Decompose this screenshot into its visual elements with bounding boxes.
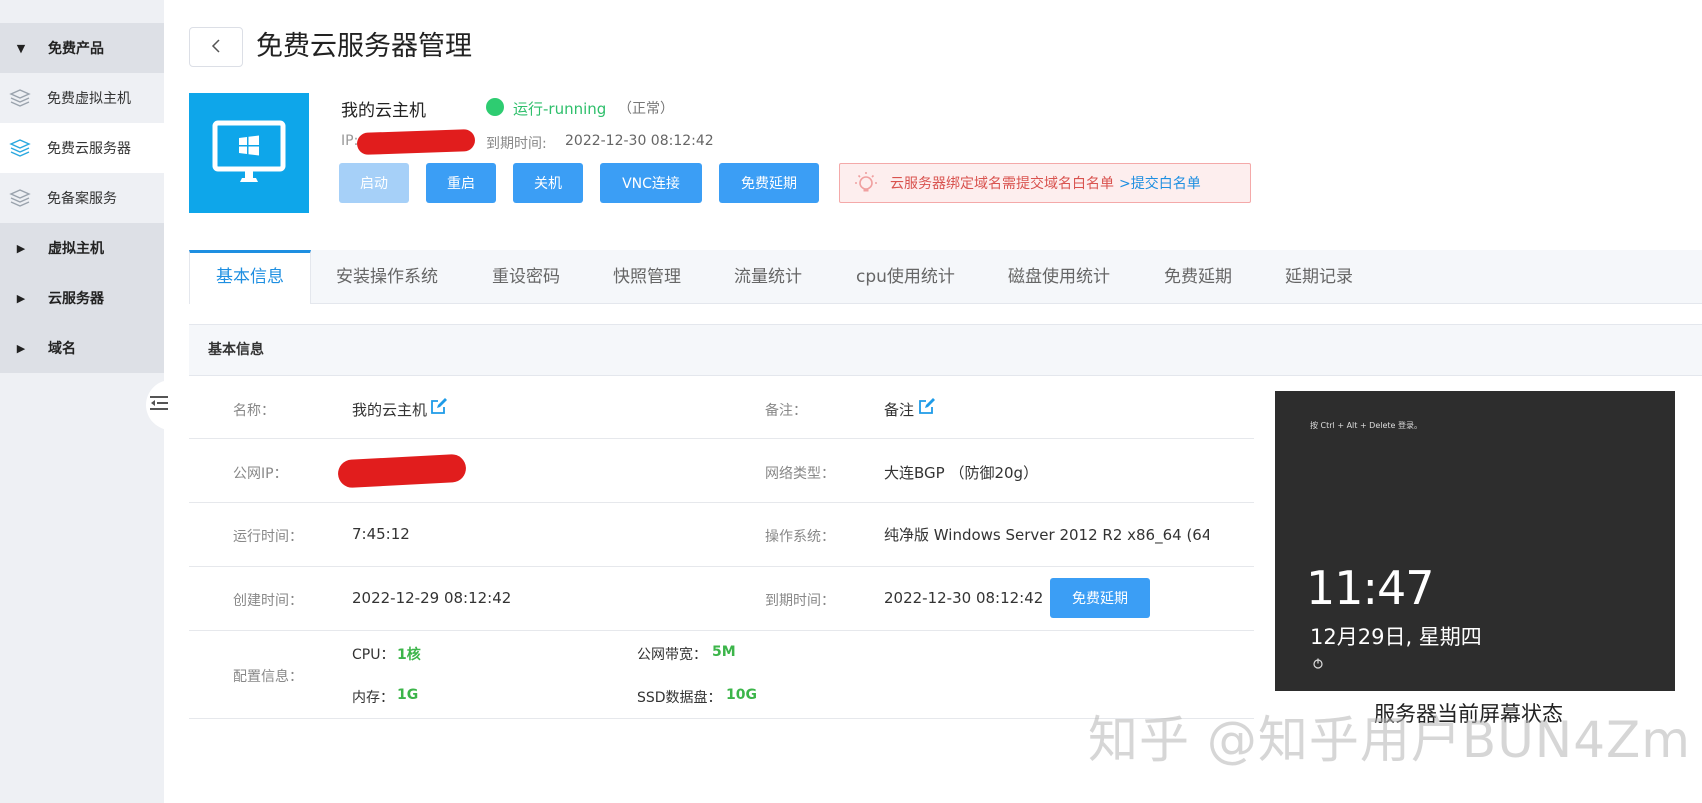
remark-value: 备注 xyxy=(884,401,915,419)
submit-whitelist-link[interactable]: >提交白名单 xyxy=(1119,173,1201,193)
uptime-value: 7:45:12 xyxy=(352,525,410,543)
sidebar: ▼ 免费产品 免费虚拟主机 免费云服务器 免备案服务 ▶ 虚拟主机 ▶ 云服务器… xyxy=(0,0,164,803)
free-extend-button[interactable]: 免费延期 xyxy=(719,163,819,203)
config-label: 配置信息： xyxy=(233,669,303,685)
vnc-connect-button[interactable]: VNC连接 xyxy=(600,163,702,203)
lightbulb-icon xyxy=(854,171,878,195)
os-value: 纯净版 Windows Server 2012 R2 x86_64 (64bit… xyxy=(884,526,1209,544)
tab-disk-stats[interactable]: 磁盘使用统计 xyxy=(1008,250,1110,304)
sidebar-group-cloud-server[interactable]: ▶ 云服务器 xyxy=(0,273,164,323)
sidebar-group-domain[interactable]: ▶ 域名 xyxy=(0,323,164,373)
page-title: 免费云服务器管理 xyxy=(256,31,472,62)
edit-remark-icon[interactable] xyxy=(918,397,936,419)
status-dot-icon xyxy=(486,98,504,116)
server-status-note: （正常） xyxy=(618,101,674,117)
server-ip-label: IP: xyxy=(341,133,359,149)
shutdown-button[interactable]: 关机 xyxy=(513,163,583,203)
sidebar-item-label: 虚拟主机 xyxy=(48,241,104,257)
public-ip-label: 公网IP： xyxy=(233,466,288,482)
layers-icon xyxy=(9,138,31,158)
caret-down-icon: ▼ xyxy=(16,41,26,55)
network-type-value: 大连BGP （防御20g） xyxy=(884,464,1039,482)
layers-icon xyxy=(9,188,31,208)
row-divider xyxy=(189,630,1254,631)
server-expire-label: 到期时间: xyxy=(486,136,547,152)
created-time-label: 创建时间： xyxy=(233,593,303,609)
disk-value: 10G xyxy=(726,687,757,703)
name-value: 我的云主机 xyxy=(352,401,428,419)
redacted-ip-mark xyxy=(356,128,476,156)
layers-icon xyxy=(9,88,31,108)
menu-fold-icon xyxy=(150,395,168,415)
screen-date: 12月29日, 星期四 xyxy=(1310,625,1482,649)
sidebar-item-label: 免费产品 xyxy=(48,41,104,57)
row-divider xyxy=(189,566,1254,567)
tab-traffic-stats[interactable]: 流量统计 xyxy=(734,250,802,304)
sidebar-item-label: 云服务器 xyxy=(48,291,104,307)
ease-of-access-icon xyxy=(1312,655,1324,674)
expire-time-value: 2022-12-30 08:12:42 xyxy=(884,589,1044,607)
sidebar-item-label: 免费云服务器 xyxy=(47,141,131,157)
redacted-public-ip-mark xyxy=(337,453,467,489)
bandwidth-value: 5M xyxy=(712,644,736,660)
sidebar-item-free-virtual-host[interactable]: 免费虚拟主机 xyxy=(0,73,164,123)
back-button[interactable] xyxy=(189,27,243,67)
caret-right-icon: ▶ xyxy=(16,241,26,255)
tab-extend-records[interactable]: 延期记录 xyxy=(1285,250,1353,304)
sidebar-item-free-cloud-server[interactable]: 免费云服务器 xyxy=(0,123,164,173)
tab-bar: 基本信息 安装操作系统 重设密码 快照管理 流量统计 cpu使用统计 磁盘使用统… xyxy=(189,250,1702,304)
disk-label: SSD数据盘： xyxy=(637,690,722,706)
sidebar-item-label: 域名 xyxy=(48,341,76,357)
server-status: 运行-running xyxy=(513,100,607,118)
os-label: 操作系统： xyxy=(765,529,835,545)
windows-monitor-icon xyxy=(189,93,309,213)
screen-login-hint: 按 Ctrl + Alt + Delete 登录。 xyxy=(1310,421,1423,430)
sidebar-item-label: 免备案服务 xyxy=(47,191,117,207)
section-title: 基本信息 xyxy=(189,324,1702,376)
screen-clock: 11:47 xyxy=(1306,561,1435,615)
network-type-label: 网络类型： xyxy=(765,466,835,482)
tab-reset-password[interactable]: 重设密码 xyxy=(492,250,560,304)
cpu-label: CPU： xyxy=(352,647,395,663)
bandwidth-label: 公网带宽： xyxy=(637,647,707,663)
sidebar-group-virtual-host[interactable]: ▶ 虚拟主机 xyxy=(0,223,164,273)
server-screen-preview[interactable]: 按 Ctrl + Alt + Delete 登录。 11:47 12月29日, … xyxy=(1275,391,1675,691)
remark-label: 备注： xyxy=(765,403,807,419)
server-name: 我的云主机 xyxy=(341,101,426,121)
start-button[interactable]: 启动 xyxy=(339,163,409,203)
expire-time-label: 到期时间： xyxy=(765,593,835,609)
row-divider xyxy=(189,502,1254,503)
watermark: 知乎 @知乎用户BUN4Zm xyxy=(1088,711,1691,769)
cpu-value: 1核 xyxy=(397,647,421,663)
row-divider xyxy=(189,438,1254,439)
caret-right-icon: ▶ xyxy=(16,341,26,355)
tab-install-os[interactable]: 安装操作系统 xyxy=(336,250,438,304)
restart-button[interactable]: 重启 xyxy=(426,163,496,203)
created-time-value: 2022-12-29 08:12:42 xyxy=(352,589,512,607)
whitelist-tip: 云服务器绑定域名需提交域名白名单 >提交白名单 xyxy=(839,163,1251,203)
name-label: 名称： xyxy=(233,403,275,419)
memory-label: 内存： xyxy=(352,690,394,706)
tip-text: 云服务器绑定域名需提交域名白名单 xyxy=(890,176,1114,192)
tab-free-extend[interactable]: 免费延期 xyxy=(1164,250,1232,304)
free-extend-inline-button[interactable]: 免费延期 xyxy=(1050,578,1150,618)
sidebar-item-label: 免费虚拟主机 xyxy=(47,91,131,107)
edit-name-icon[interactable] xyxy=(430,397,448,419)
chevron-left-icon xyxy=(211,38,221,57)
sidebar-item-filing-free-service[interactable]: 免备案服务 xyxy=(0,173,164,223)
tab-snapshot[interactable]: 快照管理 xyxy=(613,250,681,304)
sidebar-group-free-products[interactable]: ▼ 免费产品 xyxy=(0,23,164,73)
memory-value: 1G xyxy=(397,687,419,703)
uptime-label: 运行时间： xyxy=(233,529,303,545)
tab-basic-info[interactable]: 基本信息 xyxy=(189,250,311,304)
caret-right-icon: ▶ xyxy=(16,291,26,305)
tab-cpu-stats[interactable]: cpu使用统计 xyxy=(856,250,955,304)
server-expire-value: 2022-12-30 08:12:42 xyxy=(565,133,714,149)
